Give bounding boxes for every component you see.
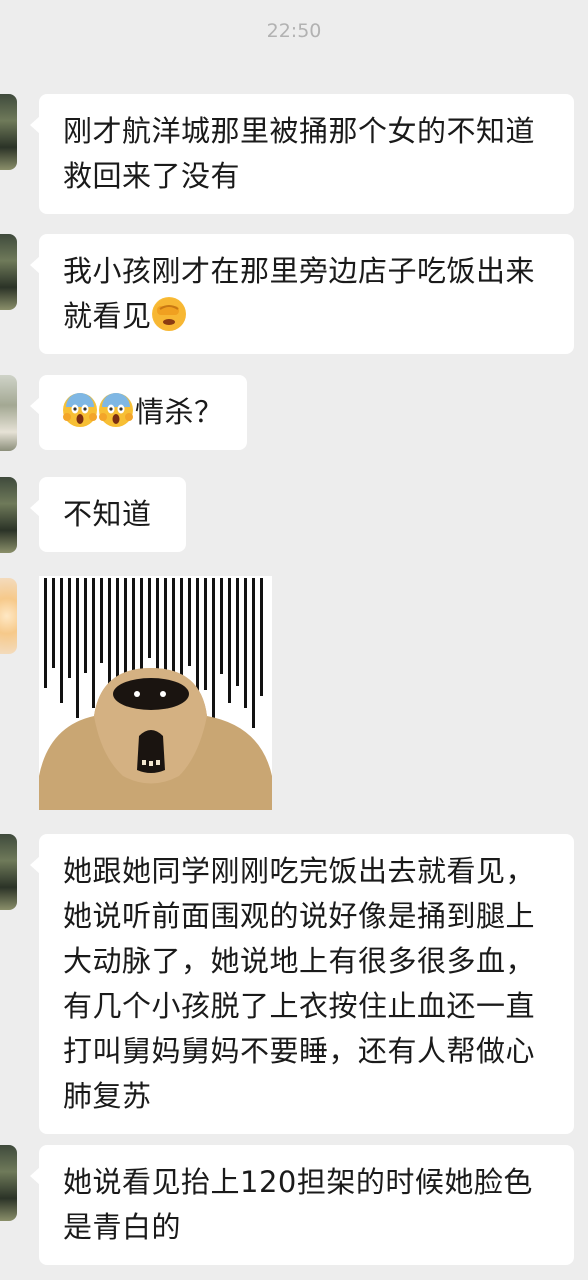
sender-avatar[interactable] xyxy=(0,1145,17,1221)
sender-avatar[interactable] xyxy=(0,375,17,451)
message-bubble[interactable]: 她跟她同学刚刚吃完饭出去就看见，她说听前面围观的说好像是捅到腿上大动脉了，她说地… xyxy=(30,834,574,1134)
sender-avatar[interactable] xyxy=(0,94,17,170)
message-bubble[interactable]: 不知道 xyxy=(30,477,186,552)
timestamp: 22:50 xyxy=(266,20,322,42)
message-bubble[interactable]: 她说看见抬上120担架的时候她脸色是青白的 xyxy=(30,1145,574,1265)
sender-avatar[interactable] xyxy=(0,578,17,654)
message-text: 不知道 xyxy=(63,497,152,531)
message-bubble[interactable]: 刚才航洋城那里被捅那个女的不知道救回来了没有 xyxy=(30,94,574,214)
sender-avatar[interactable] xyxy=(0,834,17,910)
face-palm-emoji xyxy=(151,297,186,331)
message-bubble[interactable]: 情杀？ xyxy=(30,375,247,450)
sender-avatar[interactable] xyxy=(0,234,17,310)
message-text: 她说看见抬上120担架的时候她脸色是青白的 xyxy=(63,1165,533,1244)
message-text: 刚才航洋城那里被捅那个女的不知道救回来了没有 xyxy=(63,114,536,193)
message-text: 情杀？ xyxy=(135,395,224,429)
message-bubble[interactable]: 我小孩刚才在那里旁边店子吃饭出来就看见 xyxy=(30,234,574,354)
screaming-face-emoji xyxy=(63,393,97,427)
sender-avatar[interactable] xyxy=(0,477,17,553)
message-text: 我小孩刚才在那里旁边店子吃饭出来就看见 xyxy=(63,254,536,333)
screaming-face-emoji xyxy=(99,393,133,427)
message-text: 她跟她同学刚刚吃完饭出去就看见，她说听前面围观的说好像是捅到腿上大动脉了，她说地… xyxy=(63,854,536,1113)
sad-potato-monster-sticker[interactable] xyxy=(39,576,272,810)
